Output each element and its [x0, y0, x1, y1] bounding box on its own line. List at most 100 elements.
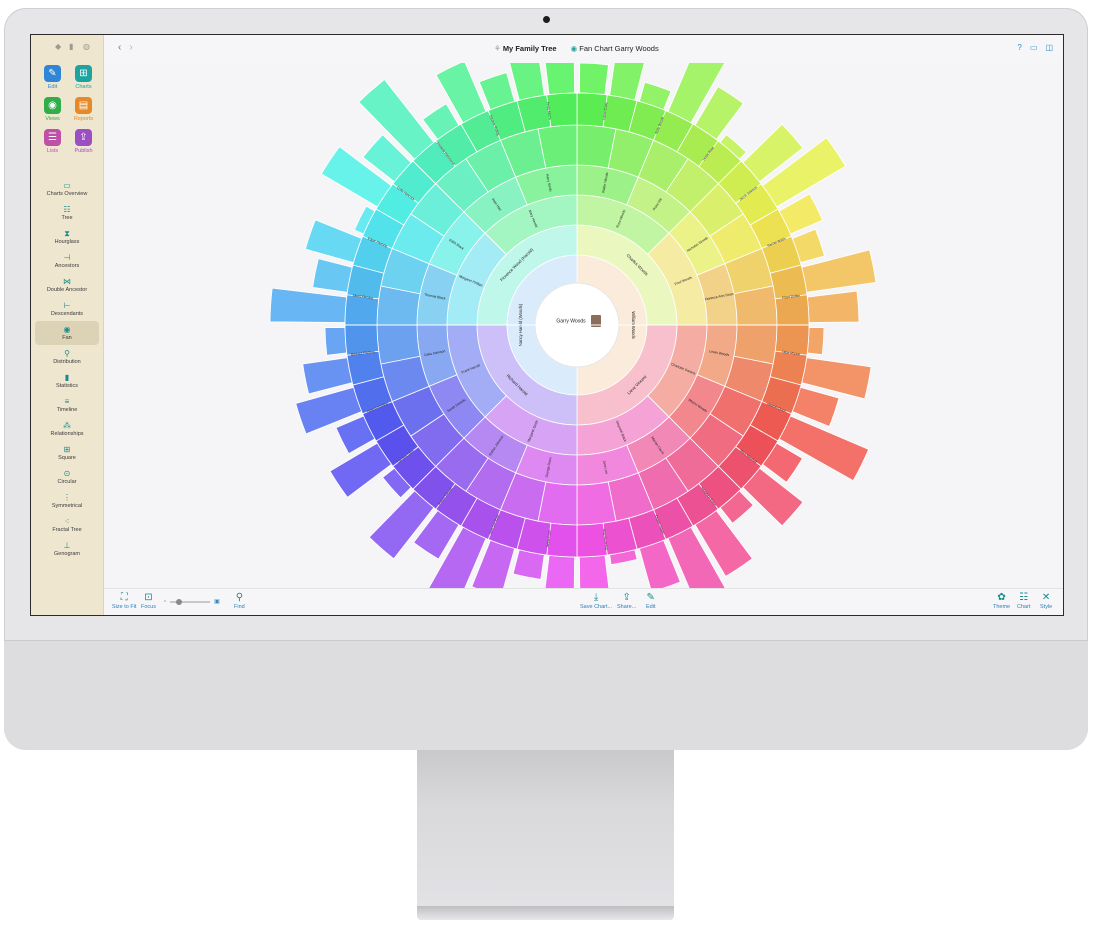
fan-outer-segment[interactable]: [544, 63, 575, 96]
help-icon[interactable]: ?: [1017, 43, 1021, 52]
fan-segment[interactable]: [546, 522, 578, 558]
edit-button[interactable]: ✎ Edit: [646, 592, 655, 610]
fan-chart-icon: ◉: [570, 44, 580, 53]
ancestors-icon: ⊣: [63, 253, 71, 262]
fan-outer-segment[interactable]: [579, 63, 609, 96]
chart-type-label: Circular: [57, 479, 77, 485]
mode-views[interactable]: ◉ Views: [37, 97, 68, 122]
chart-type-hourglass[interactable]: ⧗ Hourglass: [35, 225, 99, 249]
eye-icon: ◉: [44, 97, 61, 114]
imac-stand-foot: [417, 906, 674, 920]
imac-chin: [4, 640, 1088, 750]
style-button[interactable]: ✕ Style: [1040, 592, 1052, 610]
theme-button[interactable]: ✿ Theme: [993, 592, 1010, 610]
chart-canvas[interactable]: William Woods Nancy Harold (Woods) Charles…: [104, 63, 1063, 589]
zoom-out-icon[interactable]: ▫: [164, 599, 166, 605]
mode-label: Charts: [75, 84, 92, 90]
fan-outer-segment[interactable]: [806, 290, 860, 323]
mode-label: Reports: [73, 116, 94, 122]
chart-type-label: Square: [58, 455, 76, 461]
save-chart-button[interactable]: ⤓ Save Chart...: [580, 592, 612, 610]
chart-type-circular[interactable]: ⊙ Circular: [35, 465, 99, 489]
chart-type-ancestors[interactable]: ⊣ Ancestors: [35, 249, 99, 273]
fan-outer-segment[interactable]: [541, 554, 575, 589]
title-bar: ‹ › ⚘ My Family Tree ◉ Fan Chart Garry W…: [104, 35, 1063, 63]
fractal-tree-icon: ⁖: [64, 517, 70, 526]
chart-type-relationships[interactable]: ⁂ Relationships: [35, 417, 99, 441]
chart-type-label: Genogram: [54, 551, 80, 557]
window-icon[interactable]: ▭: [1030, 43, 1038, 52]
fan-outer-segment[interactable]: [312, 258, 353, 293]
fan-outer-segment[interactable]: [304, 219, 363, 264]
chart-type-label: Timeline: [56, 407, 78, 413]
fan-outer-segment[interactable]: [302, 357, 353, 395]
size-to-fit-button[interactable]: ⛶ Size to Fit: [112, 592, 136, 610]
genogram-icon: ⊥: [63, 541, 71, 550]
share-icon: ⇪: [622, 592, 631, 603]
chart-type-descendants[interactable]: ⊢ Descendants: [35, 297, 99, 321]
chart-type-charts-overview[interactable]: ▭ Charts Overview: [35, 177, 99, 201]
chart-type-label: Fan: [62, 335, 72, 341]
chart-type-label: Descendants: [50, 311, 84, 317]
charts-icon: ⊞: [75, 65, 92, 82]
app-window: ◆ ▮ ◍ ✎ Edit ⊞ Charts ◉ Views ▤ Reports ☰ Lists ⇪ P…: [30, 34, 1064, 616]
zoom-track[interactable]: [170, 598, 211, 605]
mode-lists[interactable]: ☰ Lists: [37, 129, 68, 154]
chart-type-label: Double Ancestor: [46, 287, 88, 293]
fan-outer-segment[interactable]: [579, 554, 610, 589]
fan-chart[interactable]: William WoodsNancy Harold (Woods)Charles…: [104, 63, 1063, 589]
chart-type-label: Fractal Tree: [52, 527, 82, 533]
chart-type-genogram[interactable]: ⊥ Genogram: [35, 537, 99, 561]
history-icon[interactable]: ◍: [83, 43, 91, 51]
chart-type-label: Statistics: [55, 383, 78, 389]
title-right-controls: ? ▭ ◫: [1017, 43, 1053, 52]
chart-type-square[interactable]: ⊞ Square: [35, 441, 99, 465]
fan-outer-segment[interactable]: [269, 287, 348, 323]
tag-icon[interactable]: ◆: [55, 43, 63, 51]
symmetrical-icon: ⋮: [63, 493, 71, 502]
fan-outer-segment[interactable]: [806, 327, 825, 356]
size-to-fit-icon: ⛶: [120, 592, 128, 603]
share-button[interactable]: ⇪ Share...: [617, 592, 636, 610]
chart-type-fractal-tree[interactable]: ⁖ Fractal Tree: [35, 513, 99, 537]
report-icon: ▤: [75, 97, 92, 114]
mode-label: Publish: [74, 148, 93, 154]
mode-label: Views: [45, 116, 60, 122]
find-button[interactable]: ⚲ Find: [234, 592, 245, 610]
project-title[interactable]: ⚘ My Family Tree: [494, 44, 557, 53]
camera: [543, 16, 550, 23]
chart-settings-button[interactable]: ☷ Chart: [1017, 592, 1030, 610]
fan-segment[interactable]: [774, 294, 810, 326]
sidebar-top-icons: ◆ ▮ ◍: [55, 43, 91, 51]
chart-type-label: Relationships: [50, 431, 84, 437]
chart-type-symmetrical[interactable]: ⋮ Symmetrical: [35, 489, 99, 513]
pencil-icon: ✎: [44, 65, 61, 82]
focus-button[interactable]: ⊡ Focus: [141, 592, 156, 610]
mode-reports[interactable]: ▤ Reports: [68, 97, 99, 122]
chart-type-double-ancestor[interactable]: ⋈ Double Ancestor: [35, 273, 99, 297]
fan-segment[interactable]: [344, 294, 380, 326]
chart-type-distribution[interactable]: ⚲ Distribution: [35, 345, 99, 369]
sidebar: ◆ ▮ ◍ ✎ Edit ⊞ Charts ◉ Views ▤ Reports ☰ Lists ⇪ P…: [31, 35, 104, 615]
zoom-in-icon[interactable]: ▣: [214, 598, 220, 605]
charts-overview-icon: ▭: [63, 181, 71, 190]
chart-type-statistics[interactable]: ▮ Statistics: [35, 369, 99, 393]
bookmark-icon[interactable]: ▮: [69, 43, 77, 51]
mode-publish[interactable]: ⇪ Publish: [68, 129, 99, 154]
inspector-icon[interactable]: ◫: [1045, 43, 1053, 52]
distribution-icon: ⚲: [64, 349, 70, 358]
relationships-icon: ⁂: [63, 421, 71, 430]
chart-type-tree[interactable]: ☷ Tree: [35, 201, 99, 225]
mode-edit[interactable]: ✎ Edit: [37, 65, 68, 90]
fan-outer-segment[interactable]: [324, 327, 348, 356]
palette-icon: ✿: [997, 592, 1006, 603]
forward-arrow-icon[interactable]: ›: [129, 42, 132, 53]
zoom-thumb[interactable]: [176, 598, 183, 605]
imac-stand: [417, 750, 674, 908]
mode-charts[interactable]: ⊞ Charts: [68, 65, 99, 90]
zoom-slider[interactable]: ▫ ▣: [164, 598, 220, 605]
back-arrow-icon[interactable]: ‹: [118, 42, 121, 53]
chart-type-timeline[interactable]: ≡ Timeline: [35, 393, 99, 417]
chart-title[interactable]: ◉ Fan Chart Garry Woods: [571, 44, 659, 53]
chart-type-fan[interactable]: ◉ Fan: [35, 321, 99, 345]
